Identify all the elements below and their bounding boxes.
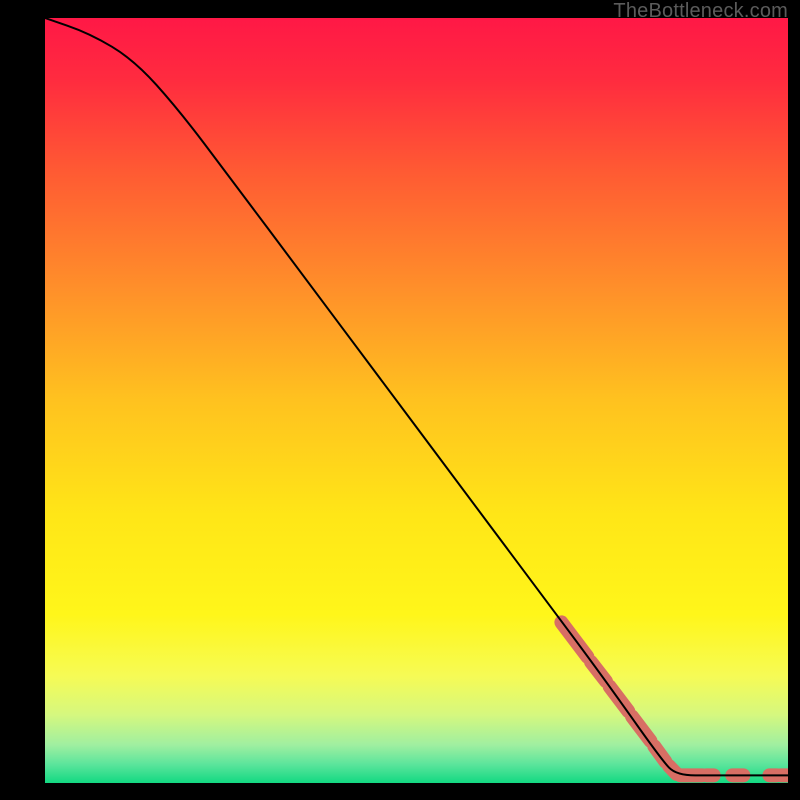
- plot-area: [45, 18, 788, 783]
- plot-svg: [45, 18, 788, 783]
- highlight-segment: [654, 746, 665, 761]
- chart-frame: TheBottleneck.com: [0, 0, 800, 800]
- gradient-background: [45, 18, 788, 783]
